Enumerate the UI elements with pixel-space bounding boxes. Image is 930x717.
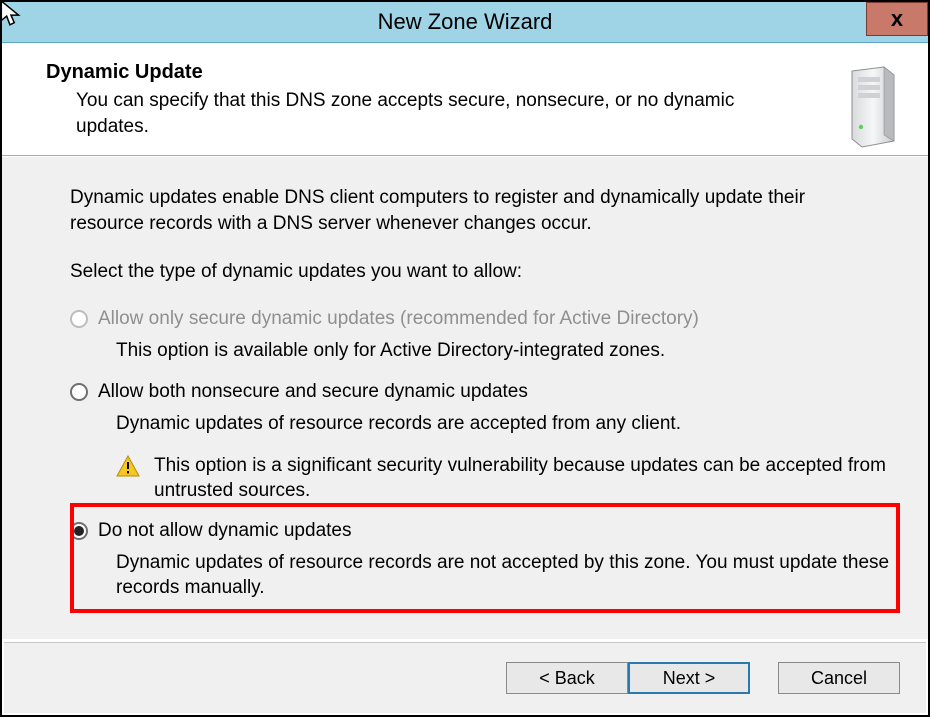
window-title: New Zone Wizard <box>378 9 553 35</box>
radio-option-secure-only: Allow only secure dynamic updates (recom… <box>70 306 894 332</box>
radio-label: Do not allow dynamic updates <box>98 518 351 544</box>
radio-label: Allow both nonsecure and secure dynamic … <box>98 379 528 405</box>
page-heading: Dynamic Update <box>46 61 904 84</box>
wizard-header: Dynamic Update You can specify that this… <box>2 43 928 156</box>
wizard-footer: < Back Next > Cancel <box>4 642 926 713</box>
radio-label: Allow only secure dynamic updates (recom… <box>98 306 699 332</box>
back-button[interactable]: < Back <box>506 662 628 694</box>
radio-icon <box>70 383 88 401</box>
radio-description: Dynamic updates of resource records are … <box>116 411 894 437</box>
radio-description: Dynamic updates of resource records are … <box>116 550 894 601</box>
radio-option-nonsecure-and-secure[interactable]: Allow both nonsecure and secure dynamic … <box>70 379 894 405</box>
warning-text: This option is a significant security vu… <box>154 453 894 504</box>
radio-icon <box>70 310 88 328</box>
warning-icon <box>116 455 140 477</box>
intro-paragraph-1: Dynamic updates enable DNS client comput… <box>70 185 880 236</box>
server-icon <box>842 65 900 149</box>
cancel-button[interactable]: Cancel <box>778 662 900 694</box>
intro-paragraph-2: Select the type of dynamic updates you w… <box>70 259 880 285</box>
close-button[interactable]: x <box>866 2 928 36</box>
wizard-content: Dynamic updates enable DNS client comput… <box>2 156 928 639</box>
warning-row: This option is a significant security vu… <box>116 453 894 504</box>
page-subheading: You can specify that this DNS zone accep… <box>76 88 796 139</box>
next-button[interactable]: Next > <box>628 662 750 694</box>
titlebar: New Zone Wizard x <box>2 2 928 43</box>
close-icon: x <box>891 6 903 32</box>
radio-description: This option is available only for Active… <box>116 338 894 364</box>
radio-option-no-dynamic-updates[interactable]: Do not allow dynamic updates <box>70 518 894 544</box>
radio-icon <box>70 522 88 540</box>
